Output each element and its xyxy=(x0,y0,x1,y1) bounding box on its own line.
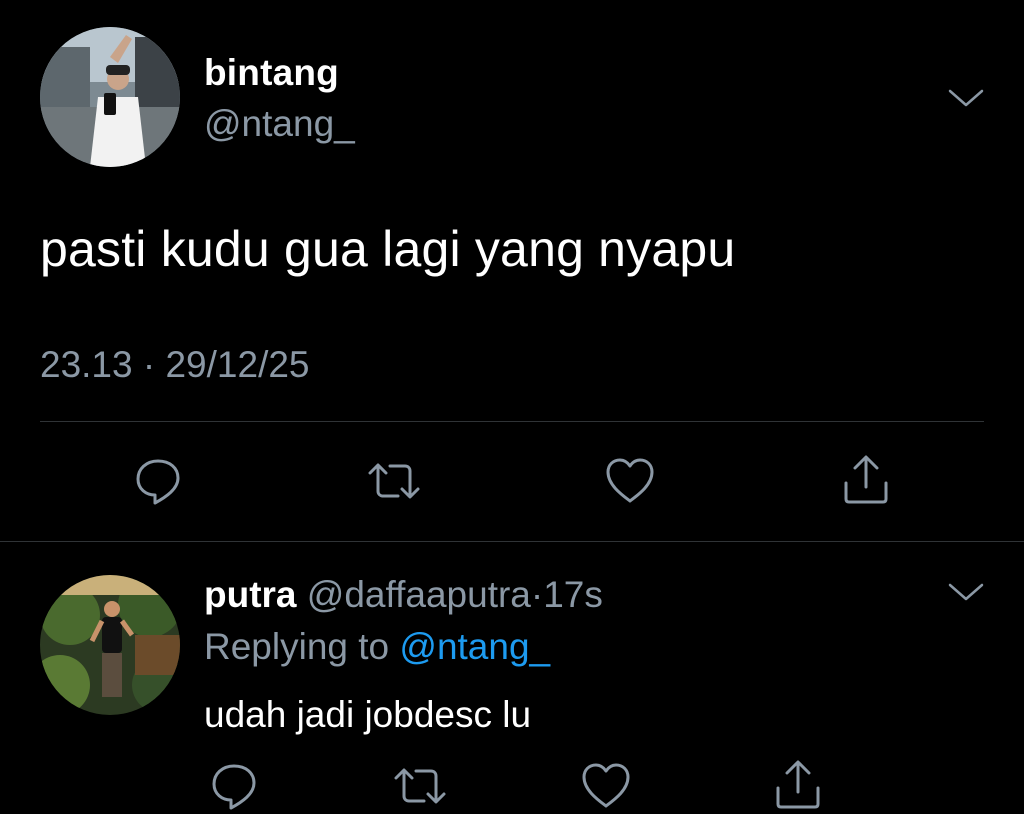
reply-header: putra @daffaaputra·17s xyxy=(204,574,603,616)
retweet-button[interactable] xyxy=(366,453,422,509)
chevron-down-icon[interactable] xyxy=(946,580,986,604)
reply-button[interactable] xyxy=(130,453,186,509)
tweet-timestamp: 23.13 · 29/12/25 xyxy=(40,344,310,386)
chevron-down-icon[interactable] xyxy=(946,86,986,110)
reply-author-avatar[interactable] xyxy=(40,575,180,715)
main-tweet: bintang @ntang_ pasti kudu gua lagi yang… xyxy=(0,0,1024,540)
replying-to-mention[interactable]: @ntang_ xyxy=(399,626,550,667)
retweet-icon xyxy=(368,463,420,499)
replying-to: Replying to @ntang_ xyxy=(204,626,550,668)
share-icon xyxy=(844,455,888,504)
reply-age: 17s xyxy=(543,574,603,615)
avatar-photo xyxy=(40,575,180,715)
reply-author-handle[interactable]: @daffaaputra xyxy=(307,574,531,615)
timestamp-separator: · xyxy=(142,344,156,385)
reply-author-display-name[interactable]: putra xyxy=(204,574,297,615)
tweet-date: 29/12/25 xyxy=(165,344,310,385)
replying-to-label: Replying to xyxy=(204,626,390,667)
avatar-photo xyxy=(40,27,180,167)
author-display-name[interactable]: bintang xyxy=(204,52,339,94)
tweet-text: pasti kudu gua lagi yang nyapu xyxy=(40,221,736,277)
divider xyxy=(40,421,984,422)
author-avatar[interactable] xyxy=(40,27,180,167)
like-icon xyxy=(606,458,654,503)
like-button[interactable] xyxy=(602,453,658,509)
reply-text: udah jadi jobdesc lu xyxy=(204,694,532,735)
reply-separator: · xyxy=(530,574,544,615)
thread-divider xyxy=(0,541,1024,542)
reply-icon xyxy=(136,459,180,505)
author-handle[interactable]: @ntang_ xyxy=(204,103,355,145)
tweet-time: 23.13 xyxy=(40,344,133,385)
share-button[interactable] xyxy=(838,453,894,509)
